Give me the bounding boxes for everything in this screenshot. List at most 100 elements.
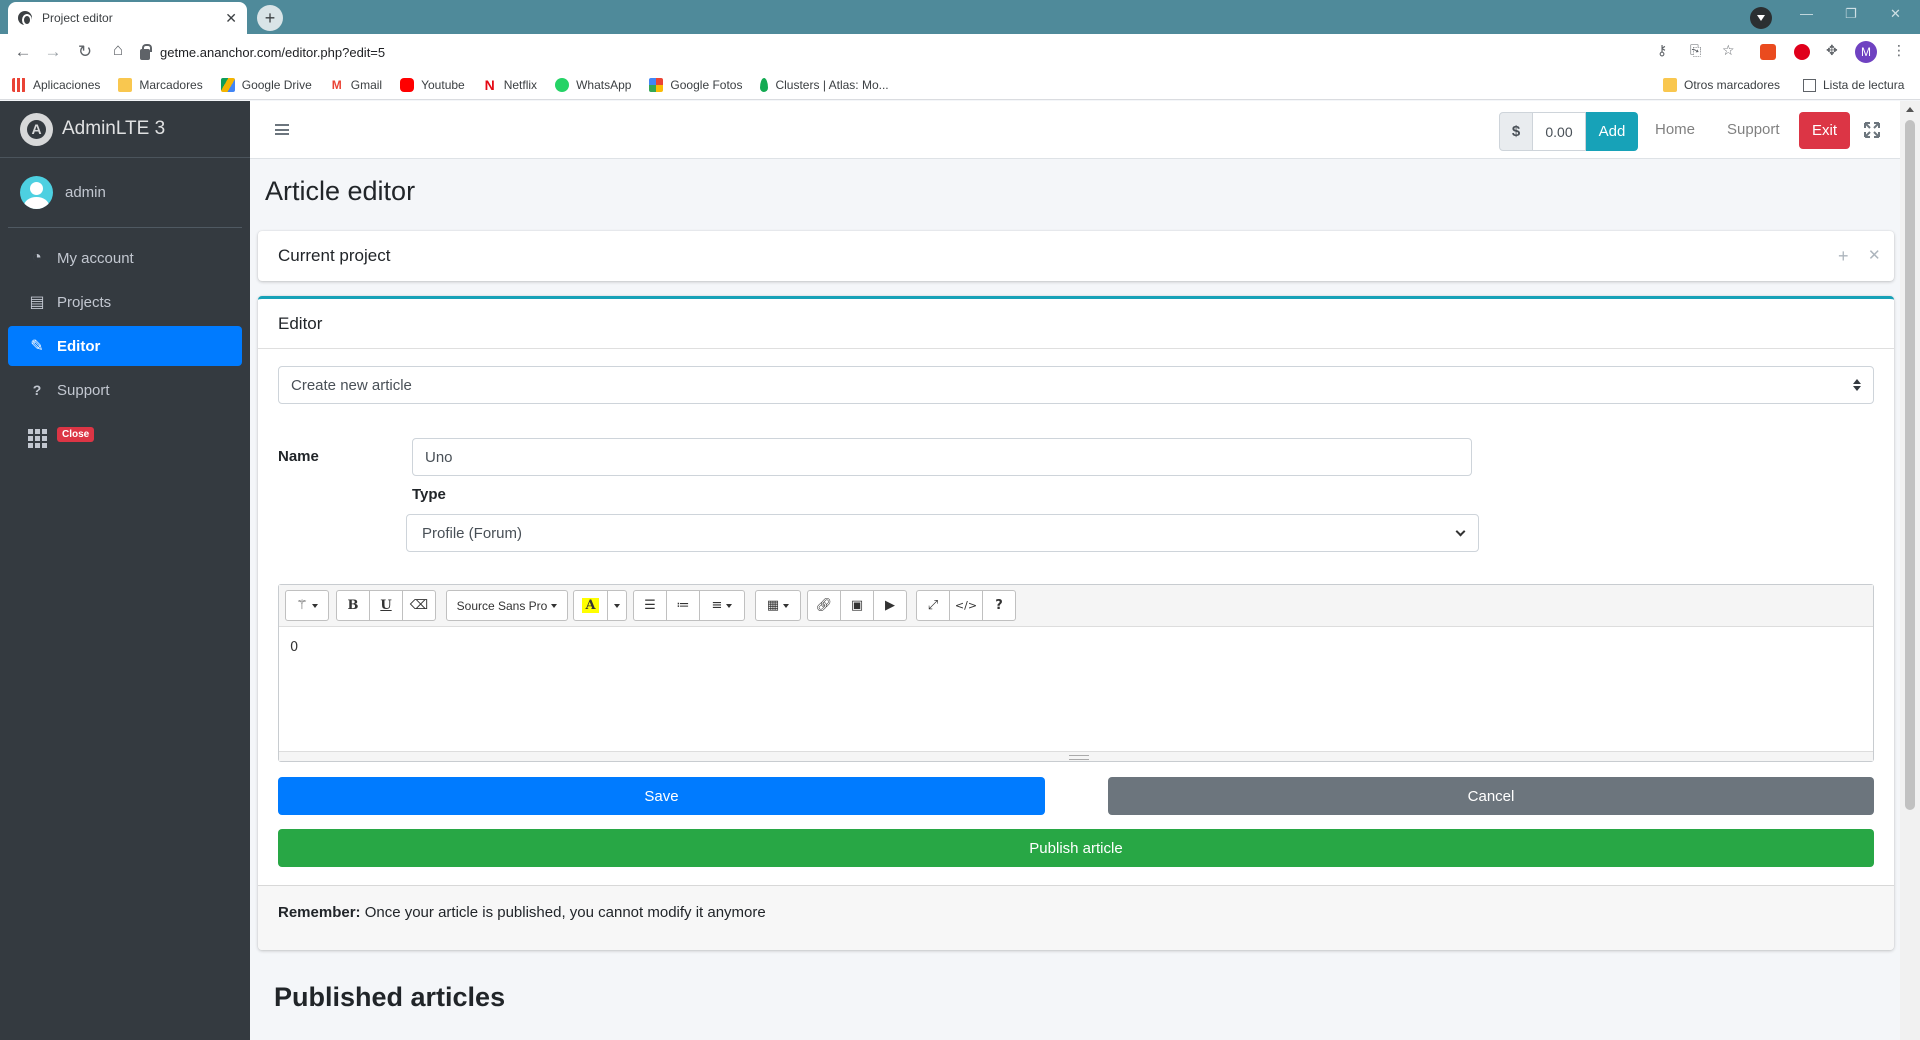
folder-icon bbox=[118, 77, 133, 92]
list-ul-icon: ☰ bbox=[644, 598, 656, 613]
minimize-icon[interactable]: — bbox=[1800, 6, 1813, 21]
bookmark-gmail[interactable]: M Gmail bbox=[329, 77, 382, 92]
ordered-list-button[interactable]: ≔ bbox=[666, 590, 700, 621]
bookmark-whatsapp[interactable]: WhatsApp bbox=[555, 77, 631, 92]
eraser-button[interactable]: ⌫ bbox=[402, 590, 436, 621]
sidebar-item-editor[interactable]: ✎ Editor bbox=[8, 326, 242, 366]
translate-icon[interactable]: ⎘ bbox=[1690, 42, 1701, 59]
save-button[interactable]: Save bbox=[278, 777, 1045, 815]
color-group: A bbox=[573, 590, 627, 621]
key-icon[interactable]: ⚷ bbox=[1657, 42, 1667, 59]
brand-text: AdminLTE 3 bbox=[62, 118, 166, 139]
fullscreen-button[interactable]: ⤢ bbox=[916, 590, 950, 621]
url-bar[interactable]: getme.ananchor.com/editor.php?edit=5 bbox=[140, 38, 1640, 66]
paragraph-align-button[interactable]: ≡ bbox=[699, 590, 745, 621]
bold-button[interactable]: B bbox=[336, 590, 370, 621]
browser-menu-icon[interactable]: ⋮ bbox=[1892, 42, 1906, 59]
tab-title: Project editor bbox=[42, 11, 113, 25]
color-dropdown-button[interactable] bbox=[607, 590, 627, 621]
user-name: admin bbox=[65, 184, 106, 201]
browser-tab-bar: Project editor ✕ + — ❐ ✕ bbox=[0, 0, 1920, 34]
bookmark-otros-marcadores[interactable]: Otros marcadores bbox=[1663, 70, 1780, 100]
restore-icon[interactable]: ❐ bbox=[1845, 6, 1857, 22]
extension-red-icon[interactable] bbox=[1760, 44, 1776, 60]
bookmark-netflix[interactable]: N Netflix bbox=[482, 77, 537, 92]
unordered-list-button[interactable]: ☰ bbox=[633, 590, 667, 621]
whatsapp-icon bbox=[555, 77, 570, 92]
text-color-button[interactable]: A bbox=[573, 590, 608, 621]
cancel-button[interactable]: Cancel bbox=[1108, 777, 1874, 815]
name-input[interactable]: Uno bbox=[412, 438, 1472, 476]
sidebar-item-my-account[interactable]: ◔ My account bbox=[8, 238, 242, 278]
bookmark-google-drive[interactable]: Google Drive bbox=[220, 77, 312, 92]
bookmark-google-fotos[interactable]: Google Fotos bbox=[649, 77, 742, 92]
sidebar-item-support[interactable]: ? Support bbox=[8, 370, 242, 410]
current-project-header[interactable]: Current project + ✕ bbox=[258, 231, 1894, 281]
scroll-up-icon[interactable] bbox=[1906, 107, 1914, 112]
codeview-button[interactable]: </> bbox=[949, 590, 983, 621]
window-close-icon[interactable]: ✕ bbox=[1890, 6, 1901, 22]
sidebar-item-projects[interactable]: ▤ Projects bbox=[8, 282, 242, 322]
editor-card-footer: Remember: Once your article is published… bbox=[258, 885, 1894, 950]
nav-support-link[interactable]: Support bbox=[1727, 121, 1780, 138]
google-drive-icon bbox=[220, 77, 235, 92]
fullscreen-expand-icon[interactable] bbox=[1864, 122, 1880, 138]
nav-home-link[interactable]: Home bbox=[1655, 121, 1695, 138]
reading-list[interactable]: Lista de lectura bbox=[1803, 70, 1904, 100]
table-button[interactable]: ▦ bbox=[755, 590, 801, 621]
lock-icon bbox=[140, 43, 152, 60]
page-scrollbar[interactable] bbox=[1900, 101, 1920, 1040]
hamburger-menu-icon[interactable] bbox=[275, 124, 289, 135]
help-button[interactable]: ? bbox=[982, 590, 1016, 621]
scrollbar-thumb[interactable] bbox=[1905, 120, 1915, 810]
tab-search-icon[interactable] bbox=[1750, 7, 1772, 29]
browser-tab[interactable]: Project editor ✕ bbox=[8, 2, 247, 34]
main-sidebar: A AdminLTE 3 admin ◔ My account ▤ Projec… bbox=[0, 101, 250, 1040]
font-family-dropdown[interactable]: Source Sans Pro bbox=[446, 590, 568, 621]
new-tab-button[interactable]: + bbox=[257, 5, 283, 31]
editor-resize-handle[interactable] bbox=[279, 751, 1873, 761]
exit-button[interactable]: Exit bbox=[1799, 112, 1850, 149]
card-close-icon[interactable]: ✕ bbox=[1868, 247, 1881, 265]
video-icon: ▶ bbox=[885, 598, 895, 613]
bookmark-marcadores[interactable]: Marcadores bbox=[118, 77, 203, 92]
picture-icon: ▣ bbox=[850, 598, 864, 613]
table-icon: ▦ bbox=[766, 598, 780, 613]
extensions-puzzle-icon[interactable]: ✥ bbox=[1826, 42, 1838, 59]
picture-button[interactable]: ▣ bbox=[840, 590, 874, 621]
home-icon[interactable]: ⌂ bbox=[103, 40, 133, 60]
add-funds-button[interactable]: Add bbox=[1586, 112, 1638, 151]
editor-content-area[interactable]: 0 bbox=[290, 640, 298, 655]
publish-article-button[interactable]: Publish article bbox=[278, 829, 1874, 867]
reload-icon[interactable]: ↻ bbox=[70, 42, 100, 62]
style-group: ⚚ bbox=[285, 590, 329, 621]
name-label: Name bbox=[278, 448, 319, 465]
rich-text-editor: ⚚ B U ⌫ Source Sans Pro A ☰ ≔ ≡ ▦ 🔗︎ ▣ ▶… bbox=[278, 584, 1874, 762]
bookmark-star-icon[interactable]: ☆ bbox=[1722, 42, 1735, 59]
bookmark-youtube[interactable]: Youtube bbox=[400, 77, 465, 92]
video-button[interactable]: ▶ bbox=[873, 590, 907, 621]
bookmark-apps[interactable]: Aplicaciones bbox=[12, 77, 100, 92]
profile-avatar[interactable]: M bbox=[1855, 41, 1877, 63]
sidebar-item-close[interactable]: Close bbox=[8, 414, 242, 454]
brand-link[interactable]: A AdminLTE 3 bbox=[0, 101, 250, 158]
remember-label: Remember: bbox=[278, 904, 361, 921]
underline-button[interactable]: U bbox=[369, 590, 403, 621]
bookmark-clusters-atlas[interactable]: Clusters | Atlas: Mo... bbox=[760, 77, 889, 92]
back-icon[interactable]: ← bbox=[8, 42, 38, 62]
link-button[interactable]: 🔗︎ bbox=[807, 590, 841, 621]
apps-grid-icon bbox=[12, 77, 26, 92]
article-select[interactable]: Create new article bbox=[278, 366, 1874, 404]
edit-icon: ✎ bbox=[30, 338, 44, 355]
forward-icon[interactable]: → bbox=[38, 42, 68, 62]
magic-style-button[interactable]: ⚚ bbox=[285, 590, 329, 621]
page-title: Article editor bbox=[265, 176, 416, 206]
top-navbar: $ 0.00 Add Home Support Exit bbox=[250, 101, 1900, 159]
type-select[interactable]: Profile (Forum) bbox=[406, 514, 1479, 552]
user-panel[interactable]: admin bbox=[8, 158, 242, 228]
select-arrows-icon bbox=[1853, 379, 1861, 392]
tab-close-icon[interactable]: ✕ bbox=[225, 10, 237, 27]
extension-opera-icon[interactable] bbox=[1794, 44, 1810, 60]
user-avatar bbox=[20, 176, 53, 209]
expand-plus-icon[interactable]: + bbox=[1838, 247, 1849, 265]
